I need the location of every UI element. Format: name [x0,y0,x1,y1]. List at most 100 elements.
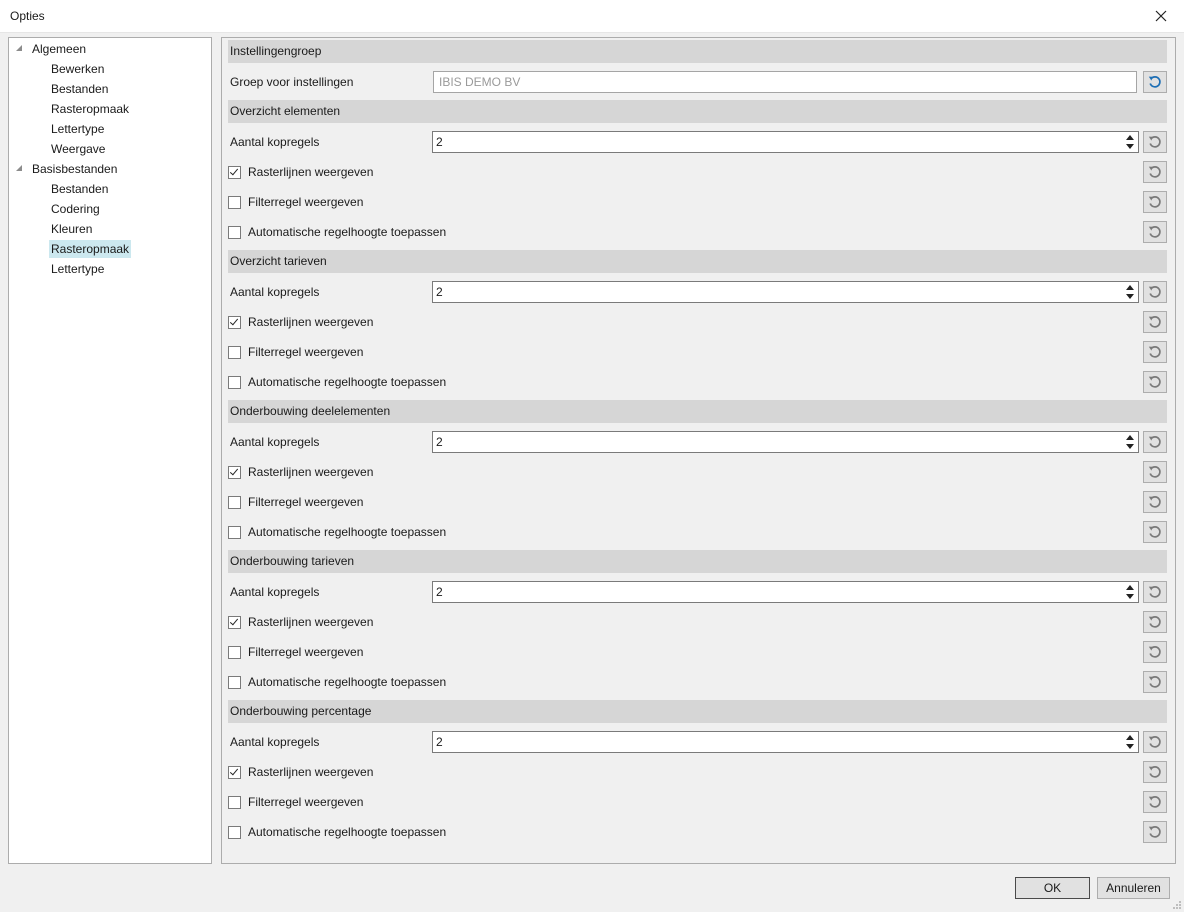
close-button[interactable] [1138,0,1184,32]
reset-button[interactable] [1143,191,1167,213]
header-rows-input[interactable]: 2 [432,281,1139,303]
header-rows-input[interactable]: 2 [432,431,1139,453]
checkbox[interactable] [228,795,241,809]
checkbox-row[interactable]: Automatische regelhoogte toepassen [228,372,446,392]
reset-button[interactable] [1143,641,1167,663]
checkbox[interactable] [228,195,241,209]
reset-button[interactable] [1143,281,1167,303]
reset-icon [1148,616,1161,628]
checkbox-row[interactable]: Rasterlijnen weergeven [228,312,373,332]
checkbox-row[interactable]: Rasterlijnen weergeven [228,612,373,632]
reset-button[interactable] [1143,161,1167,183]
checkbox-row[interactable]: Filterregel weergeven [228,492,363,512]
checkbox[interactable] [228,675,241,689]
checkbox[interactable] [228,345,241,359]
reset-icon [1148,76,1161,88]
spin-up-icon[interactable] [1126,735,1134,740]
tree-item-bewerken[interactable]: Bewerken [51,60,104,78]
spin-up-icon[interactable] [1126,135,1134,140]
resize-grip-icon[interactable] [1172,900,1182,910]
tree-item-rasteropmaak[interactable]: Rasteropmaak [51,100,129,118]
checkbox[interactable] [228,165,241,179]
checkbox-row[interactable]: Filterregel weergeven [228,192,363,212]
spin-down-icon[interactable] [1126,444,1134,449]
reset-icon [1148,526,1161,538]
tree-item-bestanden[interactable]: Bestanden [51,180,108,198]
reset-button[interactable] [1143,371,1167,393]
ok-button[interactable]: OK [1015,877,1090,899]
reset-button[interactable] [1143,71,1167,93]
header-rows-value: 2 [436,285,443,299]
reset-icon [1148,466,1161,478]
settings-group-field[interactable]: IBIS DEMO BV [433,71,1137,93]
spin-up-icon[interactable] [1126,585,1134,590]
tree-item-kleuren[interactable]: Kleuren [51,220,92,238]
checkbox-row[interactable]: Automatische regelhoogte toepassen [228,822,446,842]
spin-down-icon[interactable] [1126,294,1134,299]
header-rows-input[interactable]: 2 [432,731,1139,753]
reset-button[interactable] [1143,221,1167,243]
checkbox-row[interactable]: Rasterlijnen weergeven [228,462,373,482]
checkbox[interactable] [228,645,241,659]
checkbox[interactable] [228,225,241,239]
tree-item-lettertype[interactable]: Lettertype [51,120,104,138]
reset-button[interactable] [1143,671,1167,693]
tree-item-label: Bewerken [51,62,105,76]
expander-icon[interactable] [16,165,22,171]
tree-item-weergave[interactable]: Weergave [51,140,105,158]
checkbox-row[interactable]: Filterregel weergeven [228,642,363,662]
reset-button[interactable] [1143,521,1167,543]
checkbox-row[interactable]: Filterregel weergeven [228,792,363,812]
tree-item-lettertype[interactable]: Lettertype [51,260,104,278]
reset-icon [1148,496,1161,508]
reset-button[interactable] [1143,791,1167,813]
reset-button[interactable] [1143,611,1167,633]
header-rows-value: 2 [436,585,443,599]
tree-item-basisbestanden[interactable]: Basisbestanden [16,160,117,178]
tree-item-label: Lettertype [51,122,105,136]
reset-icon [1148,586,1161,598]
cancel-button[interactable]: Annuleren [1097,877,1170,899]
checkbox[interactable] [228,495,241,509]
reset-button[interactable] [1143,341,1167,363]
reset-button[interactable] [1143,461,1167,483]
checkbox-row[interactable]: Rasterlijnen weergeven [228,762,373,782]
checkbox-row[interactable]: Filterregel weergeven [228,342,363,362]
checkbox-row[interactable]: Automatische regelhoogte toepassen [228,672,446,692]
tree-item-codering[interactable]: Codering [51,200,100,218]
checkbox[interactable] [228,375,241,389]
checkbox[interactable] [228,465,241,479]
reset-button[interactable] [1143,131,1167,153]
checkbox-label: Rasterlijnen weergeven [248,615,374,629]
checkbox[interactable] [228,315,241,329]
window-title: Opties [10,9,45,23]
reset-button[interactable] [1143,731,1167,753]
spin-up-icon[interactable] [1126,285,1134,290]
checkbox[interactable] [228,765,241,779]
tree-item-bestanden[interactable]: Bestanden [51,80,108,98]
checkbox[interactable] [228,525,241,539]
spin-up-icon[interactable] [1126,435,1134,440]
header-rows-input[interactable]: 2 [432,581,1139,603]
spin-down-icon[interactable] [1126,744,1134,749]
expander-icon[interactable] [16,45,22,51]
reset-button[interactable] [1143,761,1167,783]
reset-button[interactable] [1143,821,1167,843]
checkbox[interactable] [228,825,241,839]
tree-item-algemeen[interactable]: Algemeen [16,40,86,58]
reset-icon [1148,736,1161,748]
options-tree[interactable]: Algemeen Bewerken Bestanden Rasteropmaak Let… [8,37,212,864]
reset-button[interactable] [1143,581,1167,603]
section-header: Overzicht tarieven [228,250,1167,273]
checkbox-row[interactable]: Rasterlijnen weergeven [228,162,373,182]
spin-down-icon[interactable] [1126,594,1134,599]
checkbox-row[interactable]: Automatische regelhoogte toepassen [228,522,446,542]
tree-item-rasteropmaak[interactable]: Rasteropmaak [49,240,132,258]
spin-down-icon[interactable] [1126,144,1134,149]
reset-button[interactable] [1143,311,1167,333]
checkbox-row[interactable]: Automatische regelhoogte toepassen [228,222,446,242]
checkbox[interactable] [228,615,241,629]
header-rows-input[interactable]: 2 [432,131,1139,153]
reset-button[interactable] [1143,431,1167,453]
reset-button[interactable] [1143,491,1167,513]
